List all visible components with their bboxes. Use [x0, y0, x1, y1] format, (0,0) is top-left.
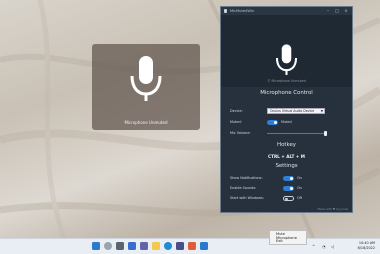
muted-label: Muted: [230, 120, 242, 124]
minimize-icon[interactable]: – [324, 7, 332, 15]
muted-toggle[interactable] [267, 120, 278, 125]
teams-icon[interactable] [140, 242, 148, 250]
enable-sounds-label: Enable Sounds: [230, 186, 257, 190]
wifi-icon[interactable]: ◔ [322, 244, 326, 249]
edge-icon[interactable] [164, 242, 172, 250]
widgets-icon[interactable] [128, 242, 136, 250]
mic-volume-slider-thumb[interactable] [324, 131, 328, 136]
device-select[interactable]: Oculus Virtual Audio Device ▼ [267, 108, 325, 114]
task-view-icon[interactable] [116, 242, 124, 250]
chevron-down-icon: ▼ [320, 109, 323, 113]
mail-icon[interactable] [200, 242, 208, 250]
volume-icon[interactable]: ◁ [331, 244, 334, 249]
chevron-up-icon[interactable]: ^ [312, 244, 315, 249]
tray-date: 6/18/2022 [357, 245, 375, 250]
title-bar[interactable]: MicMute4Win – □ × [221, 7, 352, 15]
hotkey-combo[interactable]: CTRL + ALT + M [221, 154, 352, 159]
mic-volume-slider[interactable] [267, 133, 327, 134]
maximize-icon[interactable]: □ [333, 7, 341, 15]
section-heading-microphone-control: Microphone Control [260, 90, 313, 96]
app-window: MicMute4Win – □ × © Microphone Unmuted M… [220, 6, 353, 213]
tray-context-menu: Mute Microphone Exit [269, 230, 307, 245]
start-with-windows-state: Off [297, 196, 303, 200]
app-header: © Microphone Unmuted [221, 15, 352, 87]
start-with-windows-toggle[interactable] [283, 196, 294, 201]
file-explorer-icon[interactable] [152, 242, 160, 250]
show-notifications-state: On [297, 176, 302, 180]
mic-volume-label: Mic Volume: [230, 131, 251, 135]
section-heading-hotkey: Hotkey [277, 142, 296, 148]
taskbar: ^ ◔ ◁ 10:40 AM 6/18/2022 [0, 238, 380, 254]
window-title: MicMute4Win [230, 9, 255, 13]
app-icon [224, 9, 227, 13]
muted-state-text: Muted [281, 120, 292, 124]
start-with-windows-label: Start with Windows: [230, 196, 264, 200]
enable-sounds-state: On [297, 186, 302, 190]
enable-sounds-toggle[interactable] [283, 186, 294, 191]
microphone-icon [130, 56, 162, 101]
show-notifications-toggle[interactable] [283, 176, 294, 181]
footer-credit[interactable]: Made with ♥ by Jonas [317, 207, 348, 211]
microphone-icon[interactable] [274, 43, 299, 77]
start-icon[interactable] [92, 242, 100, 250]
store-icon[interactable] [176, 242, 184, 250]
device-select-value: Oculus Virtual Audio Device [270, 109, 315, 113]
search-icon[interactable] [104, 242, 112, 250]
mic-status-subtitle: © Microphone Unmuted [267, 79, 306, 83]
show-notifications-label: Show Notifications: [230, 176, 263, 180]
overlay-status-text: Microphone Unmuted [124, 120, 168, 125]
close-icon[interactable]: × [342, 7, 350, 15]
device-label: Device: [230, 109, 243, 113]
tray-time: 10:40 AM [358, 240, 375, 245]
mute-status-overlay: Microphone Unmuted [92, 44, 200, 130]
office-icon[interactable] [188, 242, 196, 250]
section-heading-settings: Settings [275, 163, 298, 169]
tray-clock[interactable]: 10:40 AM 6/18/2022 [358, 241, 375, 251]
menu-item-exit[interactable]: Exit [276, 239, 283, 243]
